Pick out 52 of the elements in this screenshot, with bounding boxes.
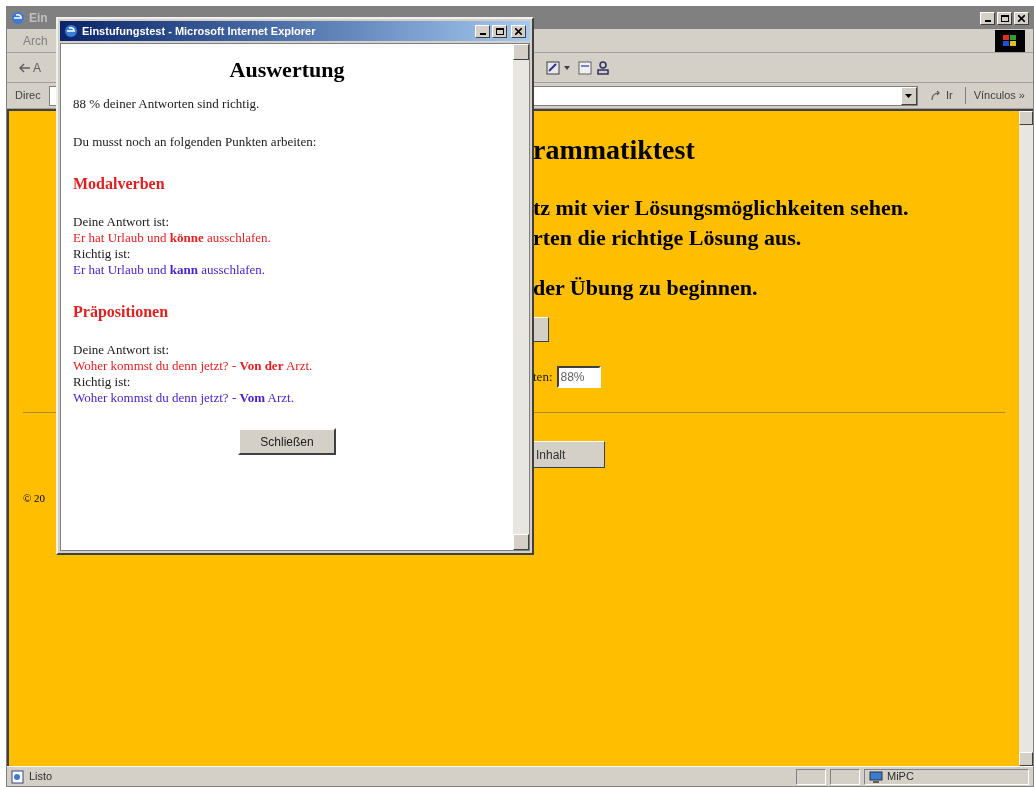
close-button[interactable] (511, 24, 526, 38)
status-text: Listo (29, 769, 53, 785)
minimize-button[interactable] (980, 11, 995, 25)
back-arrow-icon (19, 62, 31, 73)
close-dialog-button[interactable]: Schließen (238, 428, 336, 455)
dropdown-button[interactable] (900, 86, 917, 105)
user-icon[interactable] (596, 60, 610, 75)
correct-label: Richtig ist: (73, 374, 132, 390)
close-x-icon (515, 27, 522, 35)
given-answer: Woher kommst du denn jetzt? - Von der Arzt. (73, 358, 314, 374)
minimize-button[interactable] (475, 24, 490, 38)
browser-icon (11, 11, 25, 25)
answer-label: Deine Antwort ist: (73, 214, 171, 230)
score-text: 88 % deiner Antworten sind richtig. (73, 96, 261, 112)
popup-title: Einstufungstest - Microsoft Internet Explorer (82, 23, 316, 39)
back-button[interactable]: A (19, 58, 41, 77)
topic-heading: Präpositionen (73, 302, 170, 322)
instruction-text: der Übung zu beginnen. (533, 274, 759, 302)
maximize-button[interactable] (492, 24, 507, 38)
correct-answer: Woher kommst du denn jetzt? - Vom Arzt. (73, 390, 295, 406)
result-field: 88% (556, 366, 601, 388)
popup-scrollbar[interactable] (513, 44, 529, 550)
edit-icon[interactable] (546, 60, 560, 75)
maximize-button[interactable] (997, 11, 1012, 25)
given-answer: Er hat Urlaub und könne ausschlafen. (73, 230, 272, 246)
dropdown-arrow-icon[interactable] (564, 65, 570, 70)
computer-icon (869, 770, 883, 783)
address-label: Direc (15, 88, 41, 104)
zone-text: MiPC (887, 769, 914, 785)
content-button[interactable]: Inhalt (533, 441, 605, 468)
result-label: ten: (533, 368, 553, 387)
page-icon (11, 769, 25, 784)
close-button[interactable] (1014, 11, 1029, 25)
instruction-text: tz mit vier Lösungsmöglichkeiten sehen. (533, 194, 910, 222)
close-x-icon (1018, 14, 1025, 22)
links-button[interactable]: Vínculos » (964, 87, 1025, 104)
correct-label: Richtig ist: (73, 246, 132, 262)
correct-answer: Er hat Urlaub und kann ausschlafen. (73, 262, 267, 278)
go-button[interactable]: Ir (925, 87, 957, 104)
answer-label: Deine Antwort ist: (73, 342, 171, 358)
go-arrow-icon (929, 89, 942, 102)
copyright-text: © 20 (23, 491, 47, 506)
result-heading: Auswertung (229, 56, 345, 84)
window-title: Ein (29, 10, 48, 27)
browser-icon (64, 24, 78, 38)
topic-heading: Modalverben (73, 174, 166, 194)
instruction-text: rten die richtige Lösung aus. (533, 224, 803, 252)
caret-icon (905, 93, 913, 98)
scrollbar[interactable] (1019, 111, 1033, 766)
windows-logo-icon (995, 29, 1025, 52)
intro-text: Du musst noch an folgenden Punkten arbeiten: (73, 134, 318, 150)
page-heading: rammatiktest (533, 133, 696, 167)
